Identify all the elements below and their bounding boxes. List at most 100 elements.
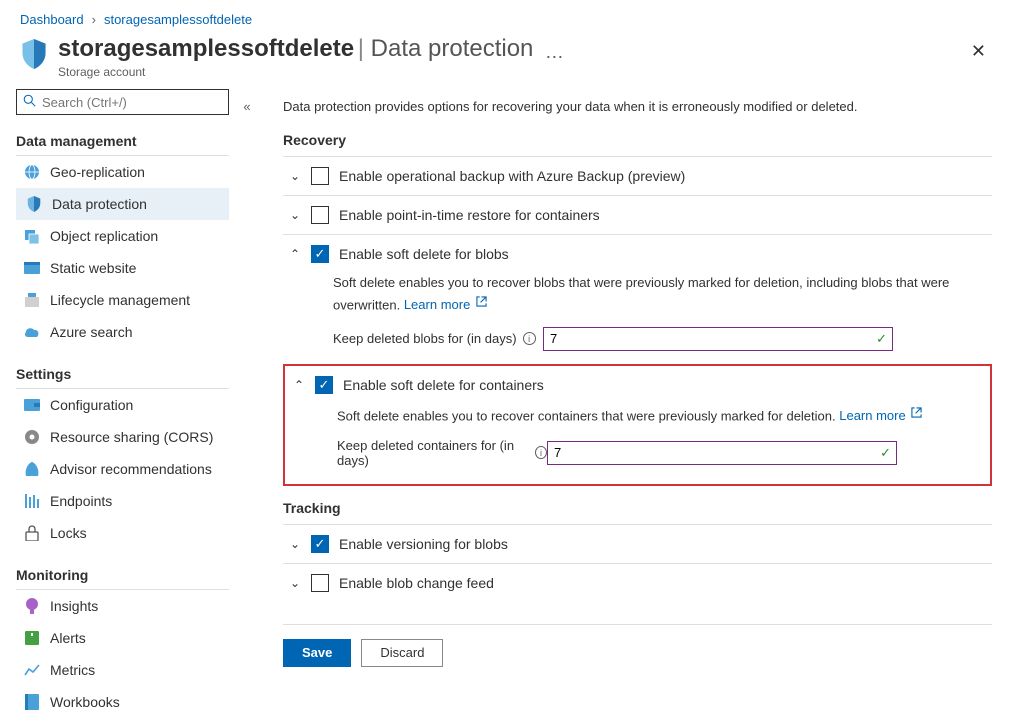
sidebar-item-label: Lifecycle management: [50, 292, 190, 308]
title-separator: |: [358, 35, 371, 62]
checkbox-versioning[interactable]: ✓: [311, 535, 329, 553]
search-input[interactable]: [42, 95, 222, 110]
tracking-heading: Tracking: [283, 500, 992, 516]
checkbox-soft-delete-blobs[interactable]: ✓: [311, 245, 329, 263]
option-versioning: ⌄ ✓ Enable versioning for blobs: [283, 524, 992, 563]
sidebar-item-label: Static website: [50, 260, 136, 276]
cloud-icon: [24, 324, 40, 340]
sidebar-item-lifecycle[interactable]: Lifecycle management: [16, 284, 229, 316]
info-icon[interactable]: i: [523, 332, 536, 345]
sidebar-item-label: Advisor recommendations: [50, 461, 212, 477]
sidebar-item-alerts[interactable]: Alerts: [16, 622, 229, 654]
web-icon: [24, 260, 40, 276]
sidebar-item-label: Locks: [50, 525, 87, 541]
sidebar-item-label: Geo-replication: [50, 164, 145, 180]
keep-days-label: Keep deleted blobs for (in days) i: [333, 331, 543, 346]
save-button[interactable]: Save: [283, 639, 351, 667]
sidebar-item-label: Azure search: [50, 324, 132, 340]
sidebar-item-geo-replication[interactable]: Geo-replication: [16, 156, 229, 188]
sidebar-item-endpoints[interactable]: Endpoints: [16, 485, 229, 517]
option-pitr: ⌄ Enable point-in-time restore for conta…: [283, 195, 992, 234]
info-icon[interactable]: i: [535, 446, 547, 459]
sidebar-section-monitoring: Monitoring: [16, 567, 229, 590]
endpoints-icon: [24, 493, 40, 509]
sidebar-section-settings: Settings: [16, 366, 229, 389]
checkbox-soft-delete-containers[interactable]: ✓: [315, 376, 333, 394]
chevron-up-icon[interactable]: ⌃: [289, 247, 301, 261]
close-icon[interactable]: ✕: [965, 35, 992, 68]
page-title: storagesamplessoftdelete: [58, 35, 354, 62]
chevron-down-icon[interactable]: ⌄: [289, 169, 301, 183]
sidebar-section-data-mgmt: Data management: [16, 133, 229, 156]
option-soft-delete-blobs: ⌃ ✓ Enable soft delete for blobs Soft de…: [283, 234, 992, 365]
valid-icon: ✓: [876, 331, 887, 347]
option-description: Soft delete enables you to recover conta…: [337, 408, 836, 423]
sidebar: Data management Geo-replication Data pro…: [0, 89, 235, 718]
lifecycle-icon: [24, 292, 40, 308]
more-actions-icon[interactable]: ⋯: [545, 47, 563, 68]
chevron-down-icon[interactable]: ⌄: [289, 208, 301, 222]
sidebar-item-workbooks[interactable]: Workbooks: [16, 686, 229, 718]
learn-more-link[interactable]: Learn more: [839, 408, 922, 423]
sidebar-item-insights[interactable]: Insights: [16, 590, 229, 622]
discard-button[interactable]: Discard: [361, 639, 443, 667]
recovery-heading: Recovery: [283, 132, 992, 148]
sidebar-item-locks[interactable]: Locks: [16, 517, 229, 549]
chevron-up-icon[interactable]: ⌃: [293, 378, 305, 392]
learn-more-link[interactable]: Learn more: [404, 297, 487, 312]
option-soft-delete-containers: ⌃ ✓ Enable soft delete for containers So…: [287, 366, 982, 482]
checkbox-operational-backup[interactable]: [311, 167, 329, 185]
checkbox-pitr[interactable]: [311, 206, 329, 224]
advisor-icon: [24, 461, 40, 477]
sidebar-search[interactable]: [16, 89, 229, 115]
sidebar-item-label: Configuration: [50, 397, 133, 413]
page-section: Data protection: [371, 35, 534, 62]
keep-days-blobs-input[interactable]: [543, 327, 893, 351]
gear-icon: [24, 429, 40, 445]
option-label: Enable soft delete for containers: [343, 377, 544, 393]
shield-icon: [20, 39, 48, 72]
page-subtitle: Storage account: [58, 65, 533, 79]
chevron-down-icon[interactable]: ⌄: [289, 537, 301, 551]
metrics-icon: [24, 662, 40, 678]
option-label: Enable blob change feed: [339, 575, 494, 591]
breadcrumb-home[interactable]: Dashboard: [20, 12, 84, 27]
sidebar-item-metrics[interactable]: Metrics: [16, 654, 229, 686]
sidebar-item-advisor[interactable]: Advisor recommendations: [16, 453, 229, 485]
keep-days-label: Keep deleted containers for (in days) i: [337, 438, 547, 468]
option-label: Enable operational backup with Azure Bac…: [339, 168, 685, 184]
external-link-icon: [911, 404, 922, 424]
sidebar-item-label: Object replication: [50, 228, 158, 244]
chevron-down-icon[interactable]: ⌄: [289, 576, 301, 590]
option-operational-backup: ⌄ Enable operational backup with Azure B…: [283, 156, 992, 195]
alerts-icon: [24, 630, 40, 646]
keep-days-containers-input[interactable]: [547, 441, 897, 465]
insights-icon: [24, 598, 40, 614]
sidebar-item-azure-search[interactable]: Azure search: [16, 316, 229, 348]
sidebar-item-data-protection[interactable]: Data protection: [16, 188, 229, 220]
highlighted-option-box: ⌃ ✓ Enable soft delete for containers So…: [283, 364, 992, 486]
footer-buttons: Save Discard: [283, 624, 992, 667]
option-label: Enable point-in-time restore for contain…: [339, 207, 600, 223]
sidebar-item-label: Endpoints: [50, 493, 112, 509]
sidebar-item-cors[interactable]: Resource sharing (CORS): [16, 421, 229, 453]
sidebar-item-label: Metrics: [50, 662, 95, 678]
option-label: Enable soft delete for blobs: [339, 246, 509, 262]
sidebar-item-label: Data protection: [52, 196, 147, 212]
page-description: Data protection provides options for rec…: [283, 99, 992, 114]
main-content: Data protection provides options for rec…: [259, 89, 1012, 718]
stack-icon: [24, 228, 40, 244]
sidebar-item-label: Workbooks: [50, 694, 120, 710]
sidebar-item-static-website[interactable]: Static website: [16, 252, 229, 284]
breadcrumb-separator-icon: ›: [92, 12, 96, 27]
workbooks-icon: [24, 694, 40, 710]
collapse-sidebar-icon[interactable]: «: [235, 89, 259, 718]
shield-icon: [26, 196, 42, 212]
sidebar-item-configuration[interactable]: Configuration: [16, 389, 229, 421]
breadcrumb-current[interactable]: storagesamplessoftdelete: [104, 12, 252, 27]
checkbox-change-feed[interactable]: [311, 574, 329, 592]
option-change-feed: ⌄ Enable blob change feed: [283, 563, 992, 602]
wallet-icon: [24, 397, 40, 413]
lock-icon: [24, 525, 40, 541]
sidebar-item-object-replication[interactable]: Object replication: [16, 220, 229, 252]
